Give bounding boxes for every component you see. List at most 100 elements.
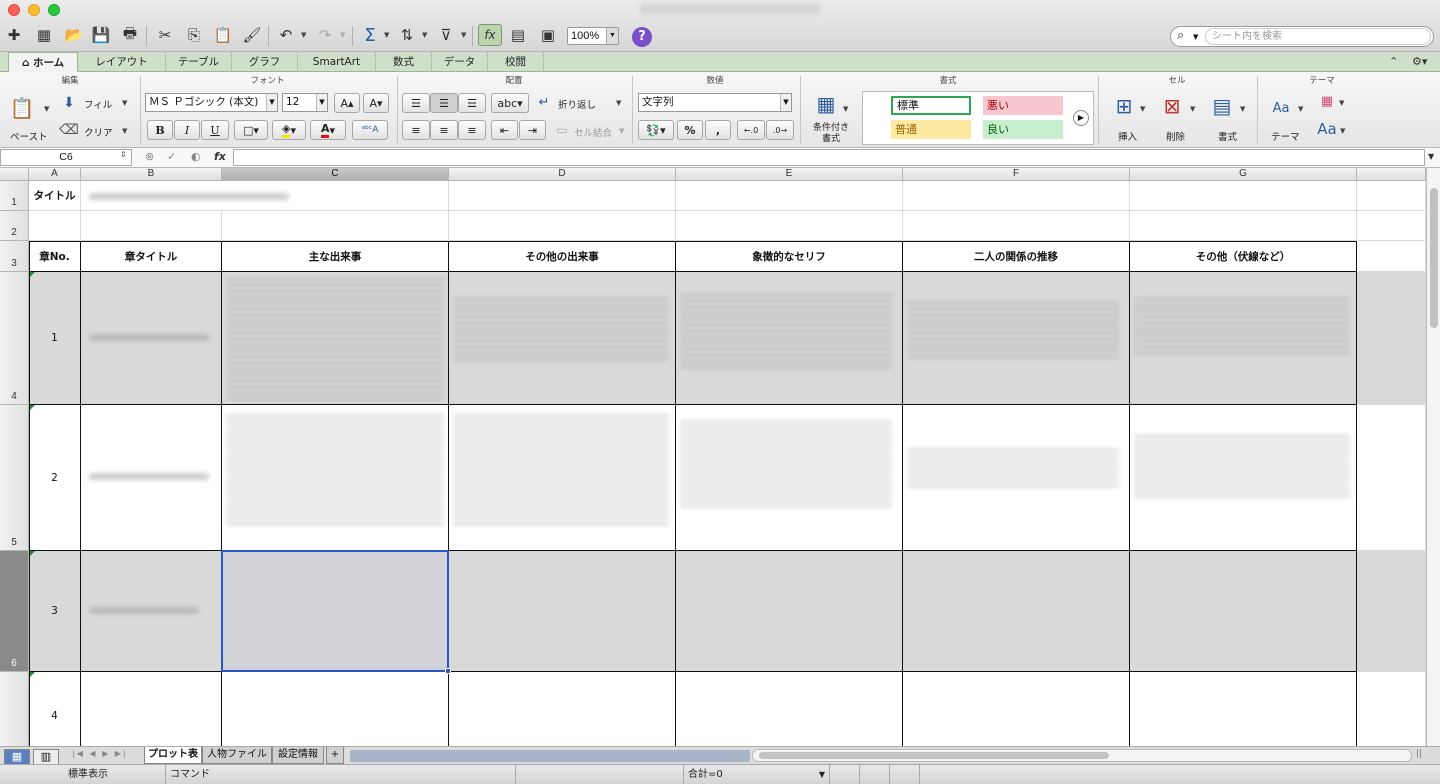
relationship-2[interactable]: [903, 405, 1130, 551]
style-bad[interactable]: 悪い: [983, 96, 1063, 115]
other-notes-1[interactable]: [1130, 272, 1357, 405]
cell-g2[interactable]: [1130, 211, 1357, 241]
cell-h1[interactable]: [1357, 181, 1426, 211]
autosum-icon[interactable]: Σ: [358, 24, 382, 46]
paste-clipboard-icon[interactable]: 📋: [8, 94, 36, 122]
header-chapter-title[interactable]: 章タイトル: [81, 241, 222, 272]
undo-icon[interactable]: ↶: [274, 24, 298, 46]
conditional-format-label[interactable]: 条件付き書式: [810, 123, 852, 145]
function-wizard-icon[interactable]: ◐: [191, 150, 201, 163]
main-events-2[interactable]: [222, 405, 449, 551]
cell-f2[interactable]: [903, 211, 1130, 241]
column-header-e[interactable]: E: [676, 168, 903, 181]
decrease-indent-button[interactable]: ⇤: [491, 120, 518, 140]
themes-label[interactable]: テーマ: [1271, 129, 1300, 143]
cell-h6[interactable]: [1357, 551, 1426, 672]
vertical-scroll-thumb[interactable]: [1430, 188, 1438, 328]
other-events-4[interactable]: [449, 672, 676, 746]
save-icon[interactable]: 💾: [89, 24, 113, 46]
row-header-7[interactable]: [0, 672, 29, 746]
horizontal-scrollbar[interactable]: [752, 749, 1412, 762]
cell-h7[interactable]: [1357, 672, 1426, 746]
align-top-button[interactable]: ☰: [402, 93, 430, 113]
new-workbook-icon[interactable]: ✚: [2, 24, 26, 46]
normal-view-button[interactable]: ▦: [4, 749, 30, 765]
expand-formula-icon[interactable]: ▼: [1428, 152, 1434, 161]
wrap-text-icon[interactable]: ↵: [534, 92, 554, 112]
sheet-nav-arrows-icon[interactable]: |◀ ◀ ▶ ▶|: [72, 749, 128, 758]
insert-dropdown-icon[interactable]: ▼: [1140, 105, 1145, 113]
search-input[interactable]: シート内を検索: [1205, 28, 1431, 45]
horizontal-scroll-thumb[interactable]: [759, 752, 1109, 759]
formula-builder-icon[interactable]: fx: [478, 24, 502, 46]
column-header-a[interactable]: A: [29, 168, 81, 181]
tab-chart[interactable]: グラフ: [232, 52, 298, 72]
merge-cells-icon[interactable]: ▭: [552, 120, 572, 140]
column-header-h[interactable]: [1357, 168, 1426, 181]
row-header-5[interactable]: 5: [0, 405, 29, 551]
spreadsheet-grid[interactable]: A B C D E F G 1 2 3 4 5 6 タイトル 章No. 章タイト…: [0, 168, 1426, 746]
chapter-no-4[interactable]: 4: [29, 672, 81, 746]
decrease-decimal-button[interactable]: .0→: [766, 120, 794, 140]
header-relationship[interactable]: 二人の関係の推移: [903, 241, 1130, 272]
tab-table[interactable]: テーブル: [166, 52, 232, 72]
column-header-f[interactable]: F: [903, 168, 1130, 181]
wrap-text-label[interactable]: 折り返し: [558, 97, 596, 111]
format-painter-icon[interactable]: 🖌: [240, 24, 264, 46]
increase-font-size-button[interactable]: A▴: [334, 93, 360, 113]
chapter-title-3[interactable]: [81, 551, 222, 672]
theme-fonts-dropdown-icon[interactable]: ▼: [1340, 127, 1345, 135]
template-gallery-icon[interactable]: ▦: [32, 24, 56, 46]
theme-colors-dropdown-icon[interactable]: ▼: [1339, 99, 1344, 107]
relationship-1[interactable]: [903, 272, 1130, 405]
underline-button[interactable]: U: [201, 120, 229, 140]
paste-icon[interactable]: 📋: [211, 24, 235, 46]
delete-label[interactable]: 削除: [1166, 129, 1185, 143]
chapter-title-4[interactable]: [81, 672, 222, 746]
sort-icon[interactable]: ⇅: [395, 24, 419, 46]
zoom-select[interactable]: 100% ▼: [567, 27, 619, 45]
media-browser-icon[interactable]: ▣: [536, 24, 560, 46]
align-left-button[interactable]: ≡: [402, 120, 430, 140]
cell-a2[interactable]: [29, 211, 81, 241]
align-middle-button[interactable]: ☰: [430, 93, 458, 113]
increase-indent-button[interactable]: ⇥: [519, 120, 546, 140]
accounting-format-button[interactable]: 💱 ▾: [638, 120, 674, 140]
other-events-2[interactable]: [449, 405, 676, 551]
sheet-tab-plot[interactable]: プロット表: [144, 747, 202, 764]
cell-h3[interactable]: [1357, 241, 1426, 272]
bold-button[interactable]: B: [147, 120, 173, 140]
chapter-title-2[interactable]: [81, 405, 222, 551]
fx-icon[interactable]: fx: [214, 150, 226, 163]
percent-button[interactable]: %: [677, 120, 703, 140]
other-notes-3[interactable]: [1130, 551, 1357, 672]
cell-g1[interactable]: [1130, 181, 1357, 211]
name-box-stepper-icon[interactable]: ⇕: [120, 150, 127, 159]
cell-f1[interactable]: [903, 181, 1130, 211]
format-dropdown-icon[interactable]: ▼: [1240, 105, 1245, 113]
cell-a1[interactable]: タイトル: [29, 181, 81, 211]
row-header-3[interactable]: 3: [0, 241, 29, 272]
main-events-4[interactable]: [222, 672, 449, 746]
header-main-events[interactable]: 主な出来事: [222, 241, 449, 272]
other-notes-2[interactable]: [1130, 405, 1357, 551]
chapter-no-3[interactable]: 3: [29, 551, 81, 672]
relationship-3[interactable]: [903, 551, 1130, 672]
column-header-c[interactable]: C: [222, 168, 449, 181]
insert-label[interactable]: 挿入: [1118, 129, 1137, 143]
cell-b1-title[interactable]: [81, 181, 449, 211]
row-header-4[interactable]: 4: [0, 272, 29, 405]
cell-c2[interactable]: [222, 211, 449, 241]
gear-icon[interactable]: ⚙▾: [1412, 55, 1427, 68]
chapter-no-1[interactable]: 1: [29, 272, 81, 405]
cut-icon[interactable]: ✂: [153, 24, 177, 46]
clear-button-label[interactable]: クリア: [84, 125, 113, 139]
row-header-6[interactable]: 6: [0, 551, 29, 672]
format-label[interactable]: 書式: [1218, 129, 1237, 143]
sheet-tab-settings[interactable]: 設定情報: [272, 747, 324, 764]
maximize-window-button[interactable]: [48, 4, 60, 16]
theme-fonts-button[interactable]: Aa: [1313, 118, 1341, 140]
tab-smartart[interactable]: SmartArt: [298, 52, 376, 72]
styles-more-icon[interactable]: ▶: [1073, 110, 1089, 126]
collapse-ribbon-icon[interactable]: ⌃: [1389, 55, 1398, 68]
